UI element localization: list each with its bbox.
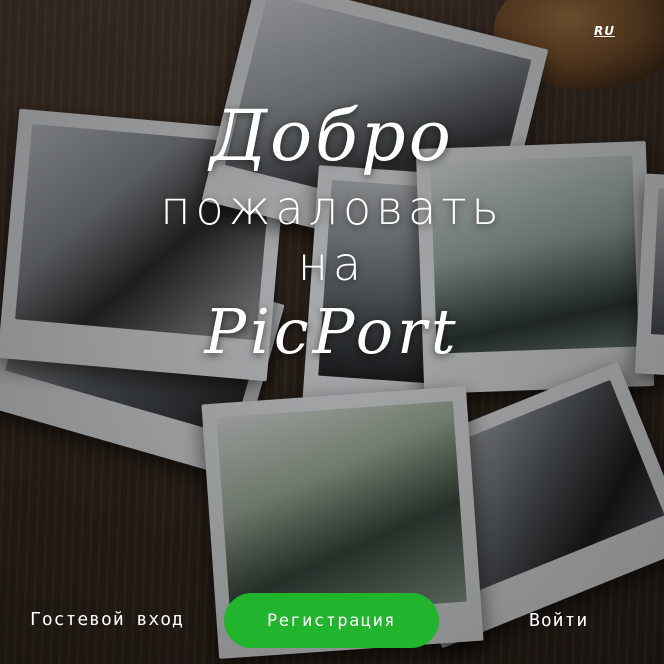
welcome-line-1: Добро [210, 95, 454, 177]
login-link[interactable]: Войти [529, 610, 588, 631]
welcome-screen: RU Добро пожаловать на PicPort Гостевой … [0, 0, 664, 664]
app-name: PicPort [204, 295, 460, 368]
language-switch-link[interactable]: RU [594, 24, 615, 38]
action-bar: Гостевой вход Регистрация Войти [0, 593, 664, 649]
register-button[interactable]: Регистрация [224, 593, 439, 648]
guest-login-link[interactable]: Гостевой вход [30, 609, 184, 630]
welcome-line-3: на [297, 237, 367, 291]
welcome-heading: Добро пожаловать на PicPort [0, 92, 664, 372]
welcome-line-2: пожаловать [160, 181, 504, 235]
